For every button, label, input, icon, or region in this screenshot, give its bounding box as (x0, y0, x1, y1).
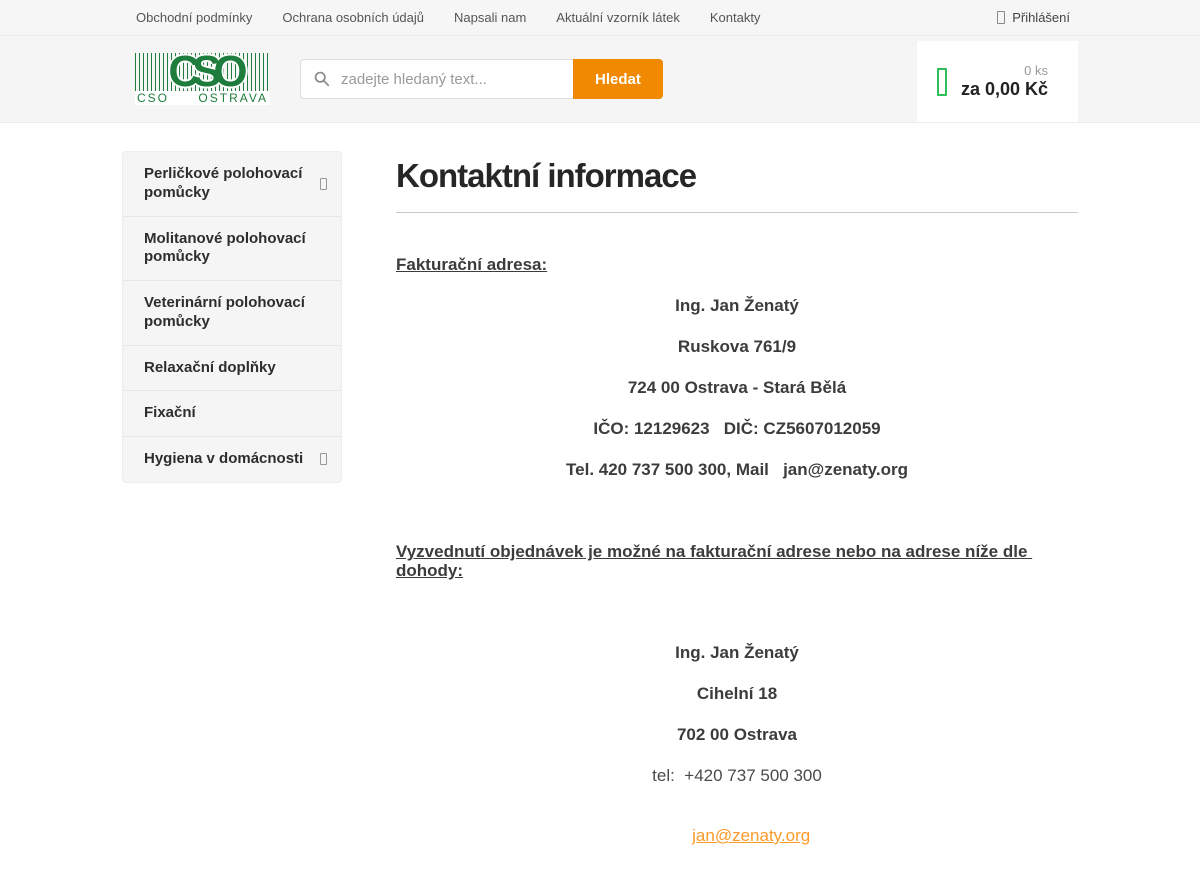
cart-item-count: 0 ks (961, 63, 1048, 79)
sidebar-item-label: Relaxační doplňky (144, 359, 276, 378)
billing-city: 724 00 Ostrava - Stará Bělá (396, 378, 1078, 397)
sidebar-item-molitanove-polohovaci-pomucky[interactable]: Molitanové polohovací pomůcky (123, 217, 341, 282)
search-bar: Hledat (300, 59, 663, 99)
pickup-phone: tel: +420 737 500 300 (396, 766, 1078, 785)
spacer (396, 602, 1078, 621)
sidebar-item-label: Veterinární polohovací pomůcky (144, 294, 327, 332)
logo-caption: CSO OSTRAVA (135, 91, 270, 105)
email-link[interactable]: jan@zenaty.org (692, 826, 810, 845)
cart-widget[interactable]: 0 ks za 0,00 Kč (917, 41, 1078, 122)
nav-link-napsali-nam[interactable]: Napsali nam (454, 10, 526, 25)
nav-link-obchodni-podminky[interactable]: Obchodní podmínky (136, 10, 252, 25)
sidebar-item-fixacni[interactable]: Fixační (123, 391, 341, 437)
submenu-expand-icon (320, 453, 327, 465)
sidebar-item-relaxacni-doplnky[interactable]: Relaxační doplňky (123, 346, 341, 392)
search-input[interactable] (300, 59, 573, 99)
top-navigation: Obchodní podmínky Ochrana osobních údajů… (122, 10, 760, 25)
login-label: Přihlášení (1012, 10, 1070, 25)
spacer (396, 501, 1078, 520)
cart-icon (937, 68, 947, 96)
billing-company-ids: IČO: 12129623 DIČ: CZ5607012059 (396, 419, 1078, 438)
pickup-street: Cihelní 18 (396, 684, 1078, 703)
login-button[interactable]: Přihlášení (997, 10, 1078, 25)
cart-total-price: za 0,00 Kč (961, 79, 1048, 100)
submenu-expand-icon (320, 178, 327, 190)
sidebar-item-label: Fixační (144, 404, 196, 423)
login-icon (997, 11, 1005, 24)
sidebar-item-label: Hygiena v domácnosti (144, 450, 303, 469)
billing-name: Ing. Jan Ženatý (396, 296, 1078, 315)
main-content: Kontaktní informace Fakturační adresa: I… (396, 151, 1078, 886)
page-title: Kontaktní informace (396, 157, 1078, 195)
search-icon (313, 70, 330, 87)
nav-link-aktualni-vzornik-latek[interactable]: Aktuální vzorník látek (556, 10, 680, 25)
billing-address-heading: Fakturační adresa: (396, 255, 1078, 274)
pickup-name: Ing. Jan Ženatý (396, 643, 1078, 662)
header: CSO CSO OSTRAVA Hledat 0 ks za 0,00 Kč (0, 36, 1200, 123)
sidebar-item-perlickove-polohovaci-pomucky[interactable]: Perličkové polohovací pomůcky (123, 152, 341, 217)
nav-link-ochrana-osobnich-udaju[interactable]: Ochrana osobních údajů (282, 10, 424, 25)
sidebar-item-label: Perličkové polohovací pomůcky (144, 165, 312, 203)
pickup-city: 702 00 Ostrava (396, 725, 1078, 744)
top-bar: Obchodní podmínky Ochrana osobních údajů… (0, 0, 1200, 36)
sidebar-item-veterinarni-polohovaci-pomucky[interactable]: Veterinární polohovací pomůcky (123, 281, 341, 346)
logo-monogram: CSO (149, 47, 259, 97)
billing-phone-mail: Tel. 420 737 500 300, Mail jan@zenaty.or… (396, 460, 1078, 479)
title-divider (396, 212, 1078, 213)
nav-link-kontakty[interactable]: Kontakty (710, 10, 761, 25)
logo[interactable]: CSO CSO OSTRAVA (135, 53, 270, 105)
pickup-heading: Vyzvednutí objednávek je možné na faktur… (396, 542, 1078, 580)
search-button[interactable]: Hledat (573, 59, 663, 99)
billing-street: Ruskova 761/9 (396, 337, 1078, 356)
logo-caption-right: OSTRAVA (198, 91, 268, 105)
sidebar-item-label: Molitanové polohovací pomůcky (144, 230, 327, 268)
sidebar-item-hygiena-v-domacnosti[interactable]: Hygiena v domácnosti (123, 437, 341, 482)
logo-caption-left: CSO (137, 91, 169, 105)
category-sidebar: Perličkové polohovací pomůcky Molitanové… (122, 151, 342, 483)
